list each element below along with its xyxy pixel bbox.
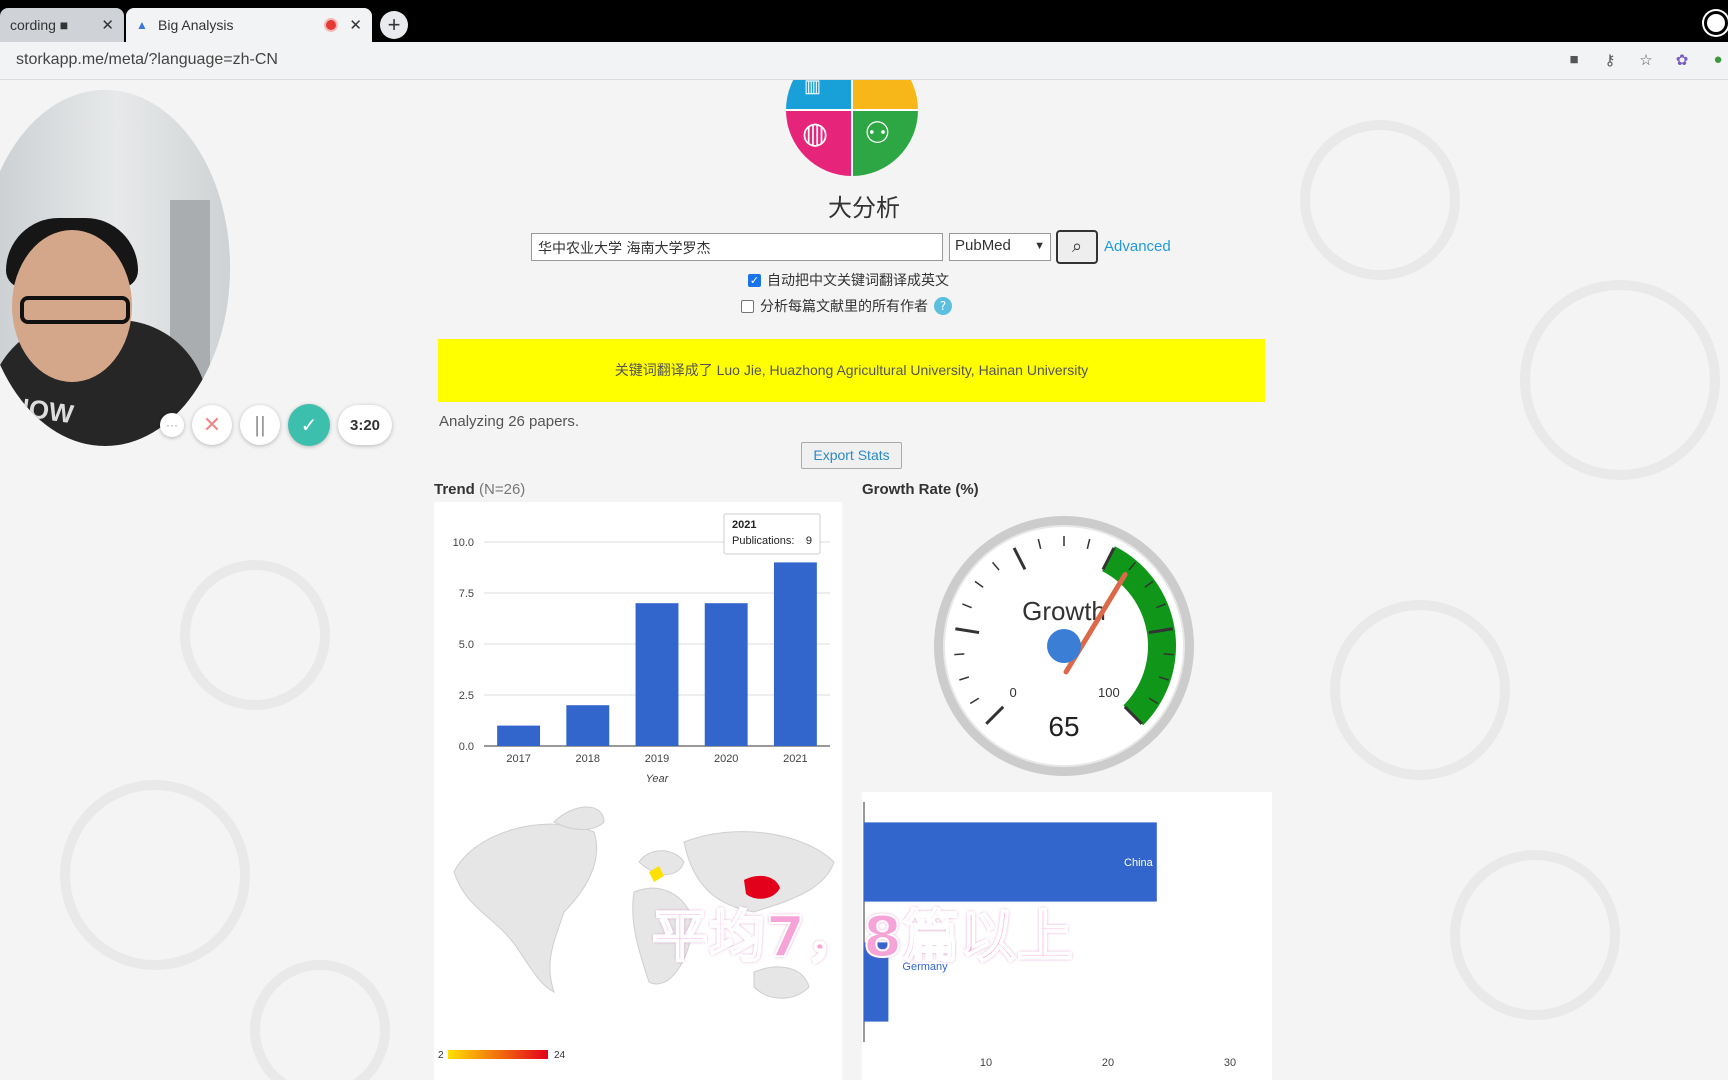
tooltip-title: 2021 (732, 519, 756, 531)
browser-tab-bar: cording ■ ✕ ▲ Big Analysis ✕ + (0, 0, 1728, 42)
url-field[interactable]: storkapp.me/meta/?language=zh-CN (16, 51, 278, 69)
background-decoration (180, 560, 330, 710)
pause-recording-button[interactable]: || (240, 405, 280, 445)
extension-green-icon[interactable]: ● (1708, 51, 1728, 69)
map-region-americas (453, 823, 598, 993)
option-label: 分析每篇文献里的所有作者 (760, 299, 928, 315)
database-select[interactable]: PubMed ▼ (949, 233, 1051, 261)
bar-2017 (497, 725, 541, 746)
gauge-tick (954, 653, 965, 656)
globe-icon: ◍ (802, 117, 829, 150)
analyzing-status: Analyzing 26 papers. (439, 413, 580, 430)
help-icon[interactable]: ? (934, 297, 952, 315)
map-legend-min: 2 (438, 1050, 444, 1061)
option-label: 自动把中文关键词翻译成英文 (767, 273, 949, 289)
x-tick-label: 2018 (576, 753, 600, 765)
key-icon[interactable]: ⚷ (1600, 51, 1620, 69)
camera-icon[interactable]: ■ (1564, 51, 1584, 69)
y-tick-label: 0.0 (459, 741, 474, 753)
x-tick-label: 10 (980, 1057, 992, 1069)
background-decoration (1330, 600, 1510, 780)
video-subtitle: 平均7，8篇以上 (651, 904, 1074, 971)
building-icon: ▥ (804, 80, 822, 96)
y-tick-label: 10.0 (453, 537, 474, 549)
advanced-link[interactable]: Advanced (1104, 238, 1171, 255)
recording-indicator-icon (326, 20, 336, 30)
address-bar-icons: ■ ⚷ ☆ ✿ ● (1564, 51, 1728, 69)
trend-title: Trend (N=26) (434, 481, 526, 498)
growth-gauge-panel: Growth 0 100 65 (862, 502, 1272, 792)
recording-controls: ··· ✕ || ✓ 3:20 (160, 404, 392, 446)
all-authors-checkbox[interactable] (741, 299, 754, 313)
x-tick-label: 2019 (645, 753, 669, 765)
tab-label: cording ■ (10, 17, 69, 33)
tab-label: Big Analysis (158, 17, 234, 33)
background-decoration (60, 780, 250, 970)
x-tick-label: 20 (1102, 1057, 1114, 1069)
close-icon[interactable]: ✕ (349, 16, 362, 34)
background-decoration (250, 960, 390, 1080)
map-legend-bar (448, 1050, 548, 1059)
site-logo: ◍ ⚇ ▥ (786, 80, 918, 176)
bar-china (864, 822, 1157, 902)
tooltip-value: 9 (806, 535, 812, 547)
page: ◍ ⚇ ▥ 大分析 华中农业大学 海南大学罗杰 PubMed ▼ ⌕ Advan… (0, 80, 1728, 1080)
extension-icon[interactable]: ✿ (1672, 51, 1692, 69)
x-tick-label: 2020 (714, 753, 738, 765)
x-tick-label: 2021 (783, 753, 807, 765)
map-legend-max: 24 (554, 1050, 566, 1061)
search-button[interactable]: ⌕ (1056, 230, 1098, 264)
translate-option: ✓ 自动把中文关键词翻译成英文 (748, 270, 949, 290)
search-icon: ⌕ (1071, 236, 1083, 256)
gauge-tick (1163, 653, 1174, 656)
more-button[interactable]: ··· (160, 413, 184, 437)
y-tick-label: 2.5 (459, 690, 474, 702)
star-icon[interactable]: ☆ (1636, 51, 1656, 69)
bar-2021 (773, 562, 817, 746)
background-decoration (1520, 280, 1720, 480)
gauge-hub (1047, 629, 1081, 663)
people-icon: ⚇ (864, 117, 891, 150)
bar-2019 (635, 603, 679, 746)
finish-recording-button[interactable]: ✓ (288, 404, 330, 446)
address-bar: storkapp.me/meta/?language=zh-CN ■ ⚷ ☆ ✿… (0, 42, 1728, 80)
bar-2018 (566, 705, 610, 746)
recording-timer: 3:20 (338, 405, 392, 445)
y-tick-label: 7.5 (459, 588, 474, 600)
tab-recording[interactable]: cording ■ ✕ (0, 8, 124, 42)
page-title: 大分析 (828, 195, 900, 222)
translate-checkbox[interactable]: ✓ (748, 273, 761, 287)
growth-rate-title: Growth Rate (%) (862, 481, 979, 498)
profile-icon[interactable] (1704, 11, 1728, 35)
cancel-recording-button[interactable]: ✕ (192, 405, 232, 445)
bar-label: China (1124, 857, 1154, 869)
chevron-down-icon: ▼ (1034, 240, 1045, 252)
export-stats-button[interactable]: Export Stats (801, 442, 902, 469)
gauge-max-label: 100 (1098, 685, 1120, 700)
background-decoration (1450, 850, 1620, 1020)
tooltip-label: Publications: (732, 535, 794, 547)
new-tab-button[interactable]: + (380, 11, 408, 39)
gauge-min-label: 0 (1009, 685, 1016, 700)
x-tick-label: 2017 (506, 753, 530, 765)
close-icon[interactable]: ✕ (101, 16, 114, 34)
database-select-value: PubMed (955, 237, 1011, 254)
x-axis-label: Year (646, 773, 670, 785)
growth-gauge: Growth 0 100 65 (934, 516, 1194, 776)
gauge-label: Growth (1022, 596, 1106, 626)
y-tick-label: 5.0 (459, 639, 474, 651)
tab-big-analysis[interactable]: ▲ Big Analysis ✕ (126, 8, 372, 42)
bar-2020 (704, 603, 748, 746)
webcam-overlay: NOW (0, 90, 230, 446)
gauge-value: 65 (1048, 711, 1079, 742)
all-authors-option: 分析每篇文献里的所有作者 ? (741, 296, 952, 316)
x-tick-label: 30 (1224, 1057, 1236, 1069)
favicon-icon: ▲ (136, 18, 148, 32)
search-input[interactable]: 华中农业大学 海南大学罗杰 (531, 233, 943, 261)
map-region-europe (638, 850, 685, 875)
translation-notice: 关键词翻译成了 Luo Jie, Huazhong Agricultural U… (438, 339, 1265, 402)
